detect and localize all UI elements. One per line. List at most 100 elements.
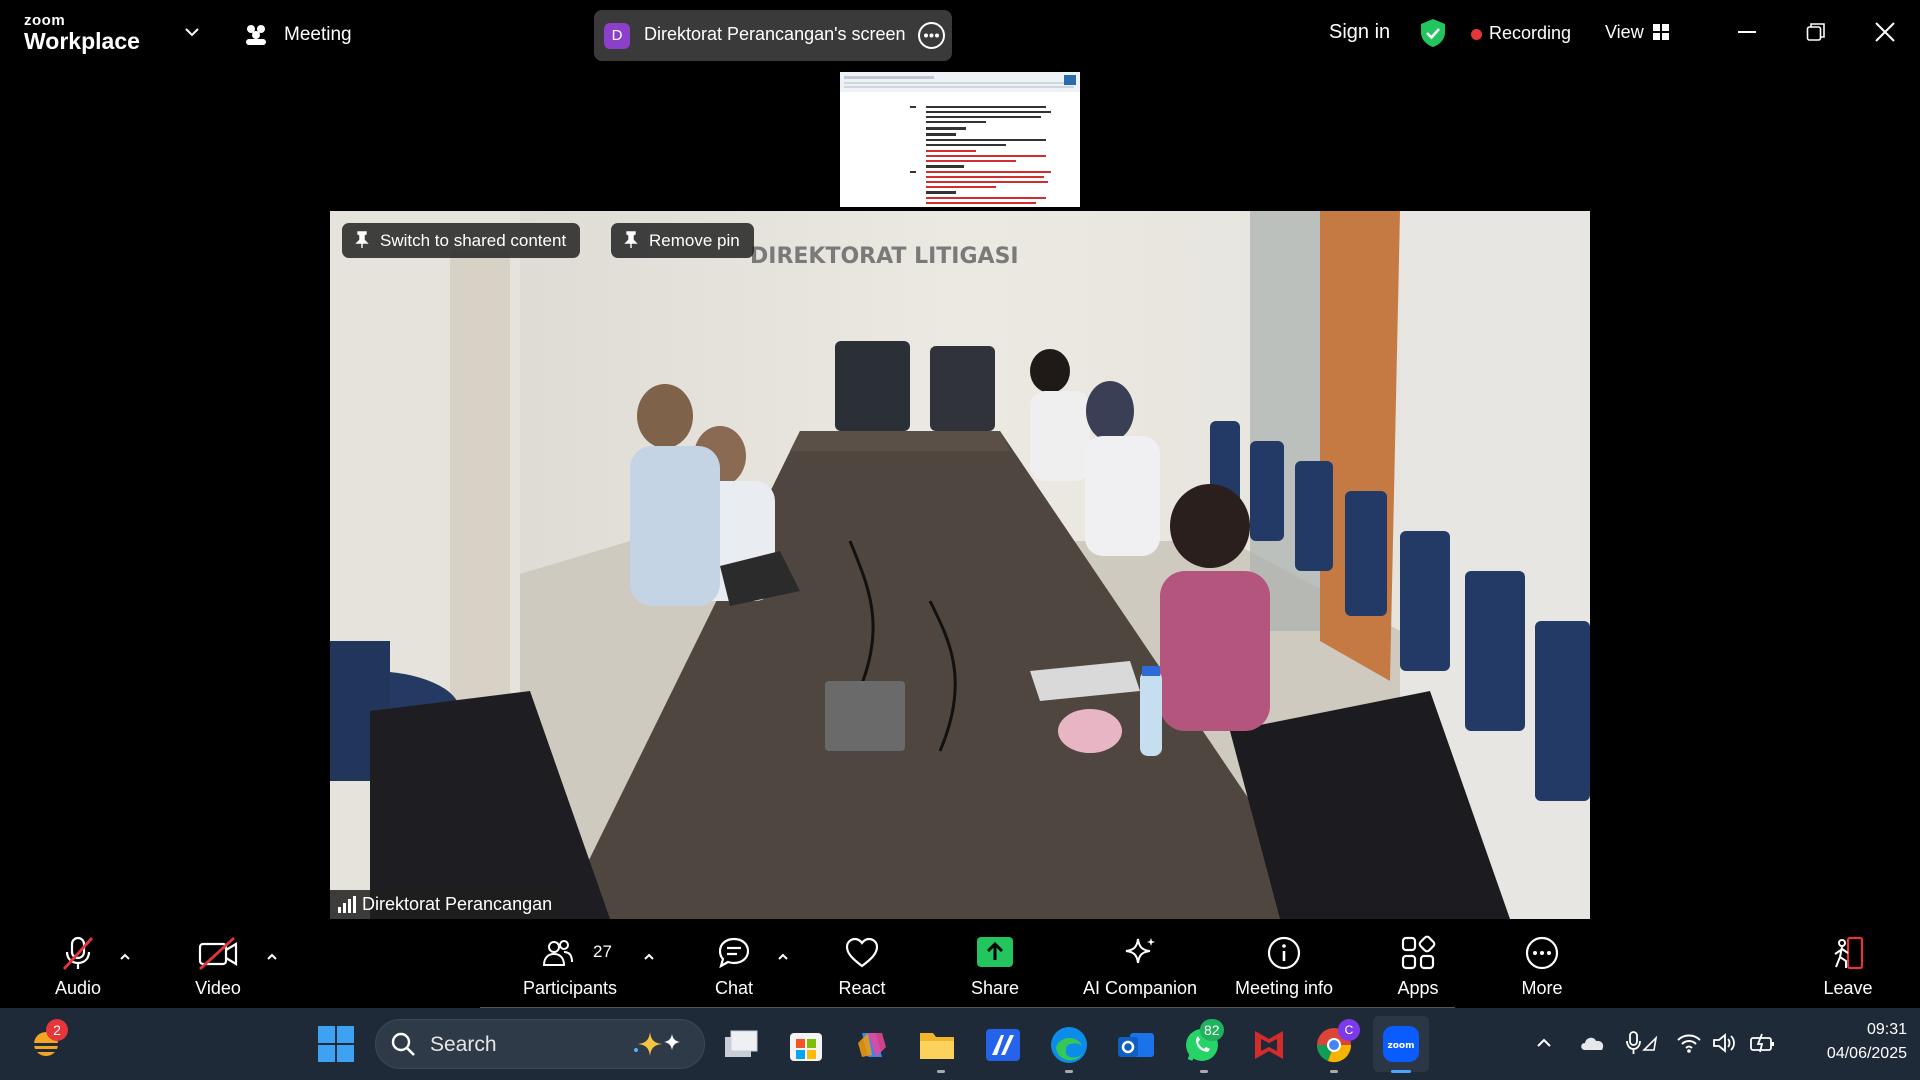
remove-pin-button[interactable]: Remove pin [611, 223, 754, 258]
apps-icon [1401, 935, 1436, 970]
windows-start-icon[interactable] [318, 1026, 354, 1062]
participant-name-tag: Direktorat Perancangan [330, 890, 561, 919]
shield-check-icon[interactable] [1419, 18, 1447, 48]
outlook-icon[interactable] [1116, 1025, 1156, 1065]
recording-dot-icon [1471, 29, 1482, 40]
apps-label: Apps [1397, 978, 1439, 998]
sparkle-icon [1125, 938, 1155, 964]
pin-icon [355, 231, 369, 248]
participant-name: Direktorat Perancangan [362, 894, 553, 914]
recording-label[interactable]: Recording [1489, 23, 1571, 44]
leave-button[interactable]: Leave [1808, 920, 1888, 1008]
minimize-icon[interactable] [1738, 31, 1756, 33]
more-label: More [1521, 978, 1563, 998]
whatsapp-badge: 82 [1200, 1019, 1224, 1041]
camera-off-icon [198, 936, 238, 971]
react-label: React [838, 978, 886, 998]
video-feed[interactable]: DIREKTORAT LITIGASI [330, 211, 1590, 919]
svg-text:zoom: zoom [1388, 1041, 1415, 1051]
video-button[interactable]: Video [178, 920, 258, 1008]
participants-label: Participants [522, 978, 618, 998]
volume-icon[interactable] [1711, 1032, 1737, 1054]
copilot-app-icon[interactable] [852, 1025, 892, 1065]
meeting-info-label: Meeting info [1234, 978, 1334, 998]
edge-browser-icon[interactable] [1048, 1024, 1090, 1066]
clock-date[interactable]: 04/06/2025 [1797, 1045, 1907, 1063]
meeting-icon[interactable] [242, 20, 270, 48]
zoom-logo-small: zoom [24, 12, 66, 29]
title-bar: zoom Workplace Meeting D Direktorat Pera… [0, 0, 1920, 68]
leave-label: Leave [1823, 978, 1873, 998]
running-indicator [937, 1070, 945, 1073]
share-label: Share [970, 978, 1020, 998]
sign-in-link[interactable]: Sign in [1329, 21, 1390, 44]
apps-button[interactable]: Apps [1378, 920, 1458, 1008]
leave-icon [1834, 936, 1864, 970]
view-menu-label[interactable]: View [1605, 22, 1644, 43]
audio-label: Audio [54, 978, 102, 998]
search-icon [391, 1032, 415, 1056]
microphone-muted-icon [62, 936, 94, 970]
chrome-profile-badge: C [1338, 1019, 1360, 1041]
zoom-app-icon[interactable]: zoom [1381, 1024, 1421, 1064]
participants-button[interactable]: 27 Participants [515, 920, 625, 1008]
chat-icon [718, 937, 750, 969]
screen-avatar: D [604, 23, 630, 49]
chat-options-caret-icon[interactable] [776, 950, 790, 964]
wifi-icon[interactable] [1676, 1032, 1702, 1054]
participants-icon [542, 940, 573, 966]
meeting-toolbar: Audio Video 27 Participants Chat React S… [0, 920, 1920, 1008]
heart-icon [845, 937, 879, 968]
copilot-sparkle-icon [634, 1032, 680, 1056]
onedrive-cloud-icon[interactable] [1579, 1032, 1607, 1052]
chat-label: Chat [714, 978, 754, 998]
mcafee-icon[interactable] [1249, 1025, 1289, 1065]
ai-companion-label: AI Companion [1082, 978, 1198, 998]
active-app-indicator [1391, 1070, 1411, 1073]
clock-time[interactable]: 09:31 [1827, 1021, 1907, 1039]
meeting-menu-label[interactable]: Meeting [284, 24, 352, 46]
chat-button[interactable]: Chat [694, 920, 774, 1008]
switch-to-shared-content-button[interactable]: Switch to shared content [342, 223, 581, 258]
show-hidden-icons-icon[interactable] [1535, 1034, 1553, 1052]
more-options-icon[interactable] [918, 22, 945, 49]
microphone-in-use-icon[interactable] [1624, 1030, 1658, 1056]
running-indicator [1065, 1070, 1073, 1073]
audio-options-caret-icon[interactable] [118, 950, 132, 964]
participants-options-caret-icon[interactable] [642, 950, 656, 964]
more-icon [1525, 936, 1559, 970]
chevron-down-icon[interactable] [182, 22, 202, 42]
running-indicator [1330, 1070, 1338, 1073]
pin-icon [624, 231, 638, 248]
switch-to-shared-content-label: Switch to shared content [380, 231, 567, 250]
share-button[interactable]: Share [955, 920, 1035, 1008]
restore-window-icon[interactable] [1806, 22, 1826, 42]
close-icon[interactable] [1873, 20, 1897, 44]
video-label: Video [195, 978, 241, 998]
participants-count: 27 [593, 942, 612, 961]
file-explorer-icon[interactable] [917, 1025, 957, 1065]
react-button[interactable]: React [822, 920, 902, 1008]
wall-sign-text: DIREKTORAT LITIGASI [750, 244, 1019, 269]
audio-button[interactable]: Audio [38, 920, 118, 1008]
document-app-icon[interactable] [983, 1025, 1023, 1065]
grid-view-icon[interactable] [1653, 24, 1669, 40]
signal-strength-icon [338, 896, 356, 913]
task-view-icon[interactable] [721, 1027, 761, 1063]
share-screen-icon [977, 937, 1013, 967]
video-options-caret-icon[interactable] [265, 950, 279, 964]
shared-content-thumbnail[interactable] [840, 72, 1080, 207]
shared-screen-label[interactable]: Direktorat Perancangan's screen [644, 24, 906, 45]
meeting-info-button[interactable]: Meeting info [1224, 920, 1344, 1008]
info-icon [1267, 936, 1301, 970]
zoom-logo-workplace: Workplace [24, 28, 140, 54]
more-button[interactable]: More [1502, 920, 1582, 1008]
battery-charging-icon[interactable] [1748, 1032, 1776, 1054]
running-indicator [1200, 1070, 1208, 1073]
ai-companion-button[interactable]: AI Companion [1075, 920, 1205, 1008]
remove-pin-label: Remove pin [649, 231, 740, 250]
weather-badge: 2 [46, 1019, 68, 1041]
conference-room-scene: DIREKTORAT LITIGASI [330, 211, 1590, 919]
taskbar-search-label: Search [430, 1033, 497, 1056]
microsoft-store-icon[interactable] [786, 1025, 826, 1065]
